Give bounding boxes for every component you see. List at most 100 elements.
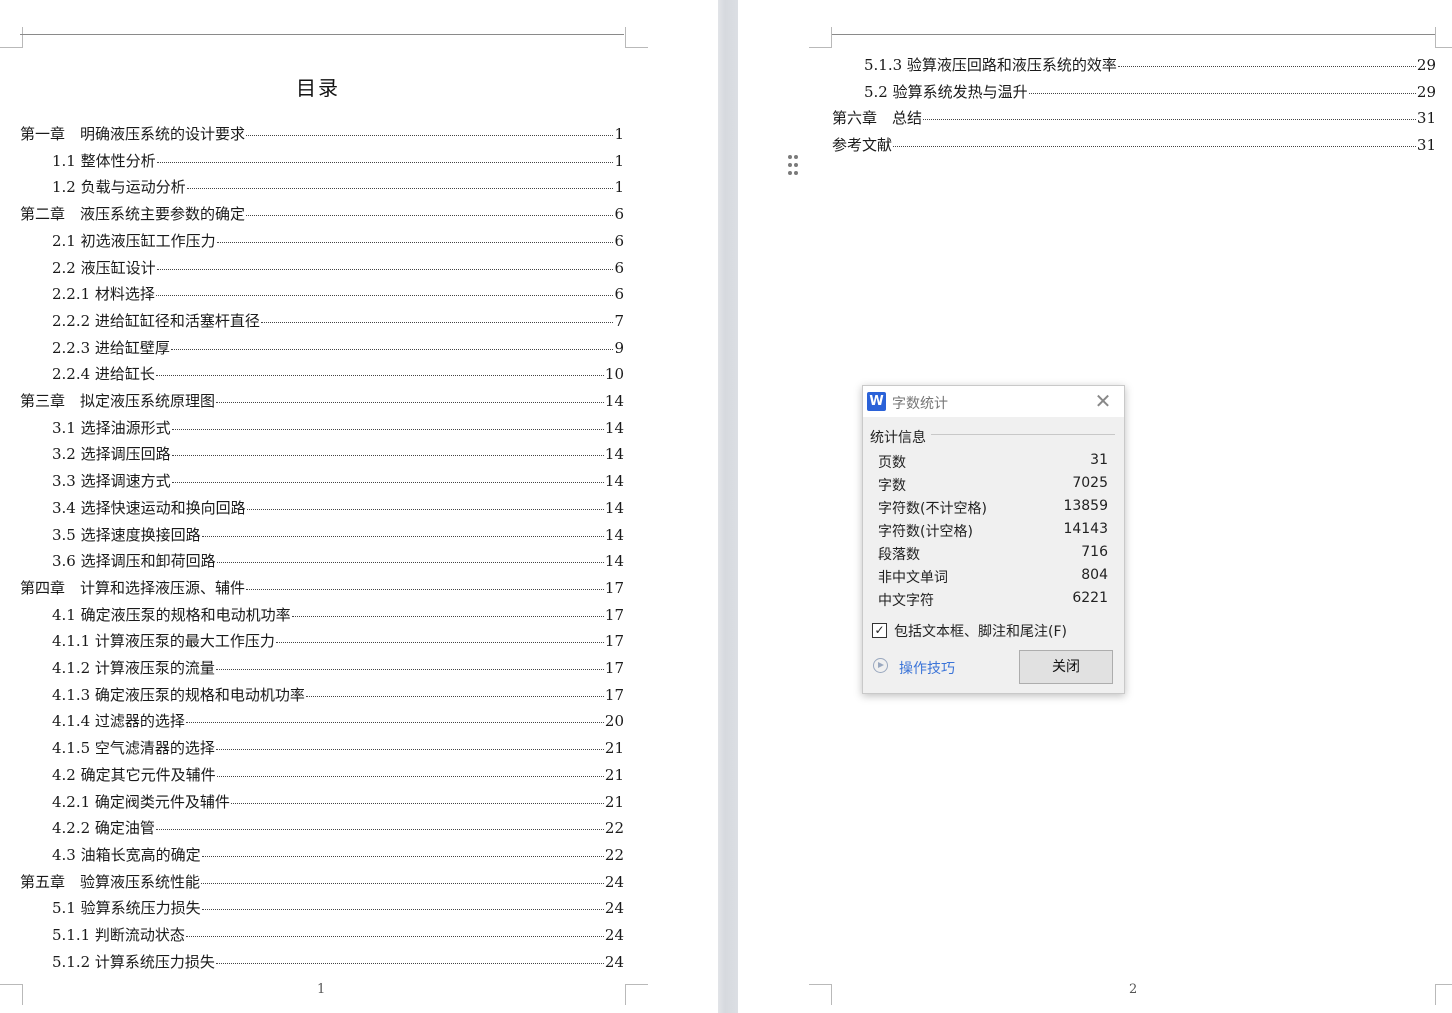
stat-label: 字数	[878, 478, 906, 494]
toc-entry-page: 22	[604, 819, 624, 838]
toc-entry-title: 4.1.5 空气滤清器的选择	[52, 739, 215, 758]
toc-section-entry[interactable]: 5.2 验算系统发热与温升 29	[864, 82, 1436, 102]
toc-chapter-entry[interactable]: 第六章 总结 31	[832, 108, 1436, 128]
toc-leader-dots	[155, 294, 614, 297]
stat-row-chars-with-spaces: 字符数(计空格) 14143	[878, 521, 1108, 541]
toc-entry-title: 5.1.1 判断流动状态	[52, 926, 185, 944]
toc-section-entry[interactable]: 5.1 验算系统压力损失 24	[52, 898, 624, 918]
toc-chapter-entry[interactable]: 第二章 液压系统主要参数的确定 6	[20, 204, 624, 224]
toc-title: 目录	[296, 76, 340, 100]
toc-entry-page: 31	[1416, 109, 1436, 128]
toc-entry-title: 3.5 选择速度换接回路	[52, 525, 201, 544]
toc-section-entry[interactable]: 3.6 选择调压和卸荷回路 14	[52, 551, 624, 571]
toc-section-entry[interactable]: 5.1.3 验算液压回路和液压系统的效率 29	[864, 55, 1436, 75]
stat-value: 31	[1090, 452, 1108, 468]
toc-section-entry[interactable]: 4.2.2 确定油管 22	[52, 818, 624, 838]
toc-section-entry[interactable]: 4.1 确定液压泵的规格和电动机功率 17	[52, 605, 624, 625]
toc-section-entry[interactable]: 3.4 选择快速运动和换向回路 14	[52, 498, 624, 518]
toc-entry-page: 6	[614, 285, 624, 304]
toc-section-entry[interactable]: 4.1.1 计算液压泵的最大工作压力 17	[52, 631, 624, 651]
close-icon[interactable]: ✕	[1094, 391, 1112, 411]
toc-entry-page: 17	[604, 578, 624, 597]
toc-chapter-entry[interactable]: 参考文献 31	[832, 135, 1436, 155]
toc-entry-page: 21	[604, 765, 624, 784]
toc-section-entry[interactable]: 1.2 负载与运动分析 1	[52, 177, 624, 197]
stat-label: 非中文单词	[878, 570, 948, 586]
toc-entry-page: 1	[614, 125, 624, 143]
toc-section-entry[interactable]: 2.2 液压缸设计 6	[52, 258, 624, 278]
play-circle-icon[interactable]	[873, 658, 888, 673]
section-divider	[931, 434, 1115, 435]
toc-section-entry[interactable]: 3.5 选择速度换接回路 14	[52, 525, 624, 545]
toc-leader-dots	[201, 855, 604, 857]
header-line	[20, 34, 624, 35]
toc-section-entry[interactable]: 2.2.3 进给缸壁厚 9	[52, 338, 624, 358]
toc-section-entry[interactable]: 3.3 选择调速方式 14	[52, 471, 624, 491]
tips-link[interactable]: 操作技巧	[899, 658, 955, 678]
dialog-titlebar[interactable]: W 字数统计 ✕	[863, 386, 1124, 417]
toc-entry-page: 14	[604, 472, 624, 491]
toc-chapter-entry[interactable]: 第四章 计算和选择液压源、辅件 17	[20, 578, 624, 598]
toc-leader-dots	[155, 374, 604, 377]
toc-leader-dots	[216, 241, 614, 243]
toc-leader-dots	[923, 118, 1416, 121]
stat-label: 段落数	[878, 547, 920, 563]
toc-section-entry[interactable]: 4.1.4 过滤器的选择 20	[52, 711, 624, 731]
toc-chapter-entry[interactable]: 第一章 明确液压系统的设计要求 1	[20, 124, 624, 144]
toc-entry-title: 第六章 总结	[832, 109, 923, 128]
toc-leader-dots	[216, 775, 604, 777]
toc-entry-title: 第一章 明确液压系统的设计要求	[20, 125, 246, 143]
toc-section-entry[interactable]: 2.2.1 材料选择 6	[52, 284, 624, 304]
close-button[interactable]: 关闭	[1019, 650, 1113, 684]
toc-entry-title: 4.1 确定液压泵的规格和电动机功率	[52, 605, 291, 624]
toc-entry-title: 参考文献	[832, 136, 893, 155]
crop-mark	[0, 984, 23, 1005]
toc-entry-page: 29	[1416, 82, 1436, 101]
toc-section-entry[interactable]: 4.1.2 计算液压泵的流量 17	[52, 658, 624, 678]
toc-entry-title: 2.2.3 进给缸壁厚	[52, 338, 170, 357]
word-count-dialog: W 字数统计 ✕ 统计信息 页数 31 字数 7025 字符数(不计空格) 13…	[862, 385, 1125, 694]
toc-section-entry[interactable]: 3.1 选择油源形式 14	[52, 418, 624, 438]
toc-entry-page: 24	[604, 899, 624, 918]
toc-leader-dots	[201, 908, 604, 911]
toc-section-entry[interactable]: 2.1 初选液压缸工作压力 6	[52, 231, 624, 251]
toc-leader-dots	[171, 481, 604, 484]
include-textboxes-checkbox[interactable]: ✓	[872, 623, 887, 638]
toc-section-entry[interactable]: 1.1 整体性分析 1	[52, 151, 624, 171]
page-gap	[718, 0, 738, 1013]
include-textboxes-label[interactable]: 包括文本框、脚注和尾注(F)	[894, 621, 1067, 641]
toc-entry-page: 6	[614, 231, 624, 250]
toc-section-entry[interactable]: 4.2.1 确定阀类元件及辅件 21	[52, 792, 624, 812]
toc-leader-dots	[260, 321, 614, 323]
toc-section-entry[interactable]: 4.3 油箱长宽高的确定 22	[52, 845, 624, 865]
toc-entry-page: 17	[604, 659, 624, 677]
toc-chapter-entry[interactable]: 第五章 验算液压系统性能 24	[20, 872, 624, 892]
toc-entry-page: 1	[614, 151, 624, 170]
toc-section-entry[interactable]: 3.2 选择调压回路 14	[52, 444, 624, 464]
toc-entry-title: 2.2 液压缸设计	[52, 258, 156, 277]
toc-section-entry[interactable]: 4.1.3 确定液压泵的规格和电动机功率 17	[52, 685, 624, 705]
toc-section-entry[interactable]: 4.2 确定其它元件及辅件 21	[52, 765, 624, 785]
toc-section-entry[interactable]: 2.2.4 进给缸长 10	[52, 364, 624, 384]
toc-leader-dots	[185, 721, 604, 724]
toc-leader-dots	[156, 161, 614, 163]
toc-section-entry[interactable]: 4.1.5 空气滤清器的选择 21	[52, 738, 624, 758]
page-number: 2	[1129, 982, 1138, 997]
toc-section-entry[interactable]: 5.1.2 计算系统压力损失 24	[52, 952, 624, 972]
toc-entry-title: 2.2.4 进给缸长	[52, 365, 155, 384]
toc-leader-dots	[1028, 92, 1416, 94]
toc-chapter-entry[interactable]: 第三章 拟定液压系统原理图 14	[20, 391, 624, 411]
stat-row-pages: 页数 31	[878, 452, 1108, 472]
drag-handle-icon[interactable]	[787, 154, 799, 176]
toc-entry-page: 31	[1416, 136, 1436, 155]
toc-entry-title: 第二章 液压系统主要参数的确定	[20, 205, 246, 224]
toc-leader-dots	[186, 187, 614, 190]
toc-leader-dots	[201, 535, 604, 537]
toc-section-entry[interactable]: 2.2.2 进给缸缸径和活塞杆直径 7	[52, 311, 624, 331]
toc-section-entry[interactable]: 5.1.1 判断流动状态 24	[52, 925, 624, 945]
stat-label: 中文字符	[878, 593, 934, 609]
toc-leader-dots	[215, 668, 604, 670]
toc-entry-page: 29	[1416, 56, 1436, 74]
crop-mark	[1435, 984, 1452, 1005]
toc-entry-page: 10	[604, 365, 624, 384]
